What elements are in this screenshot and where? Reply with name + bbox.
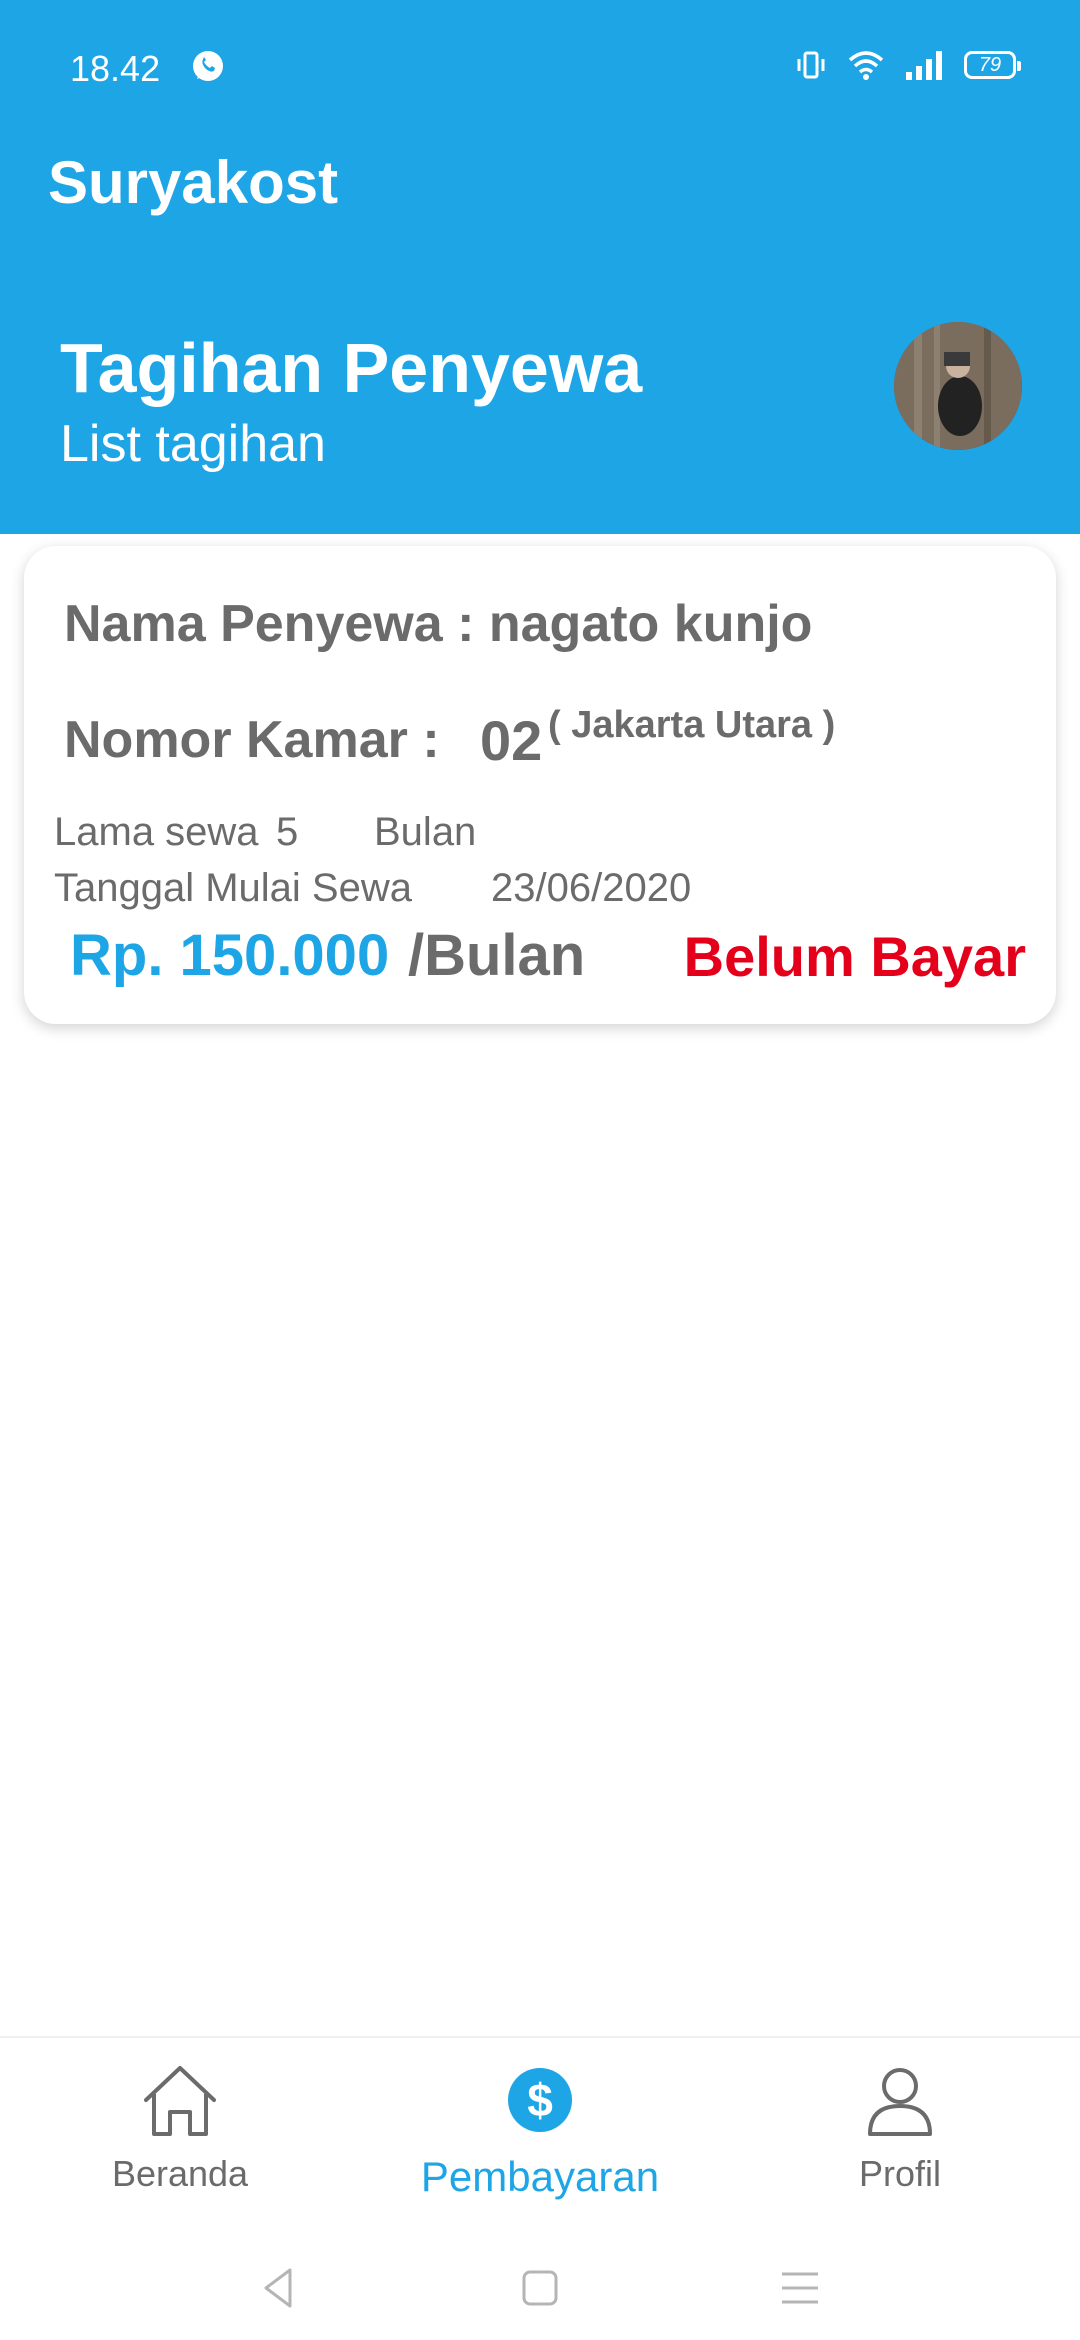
bill-card[interactable]: Nama Penyewa : nagato kunjo Nomor Kamar … — [24, 546, 1056, 1024]
whatsapp-icon — [193, 51, 223, 81]
app-title: Suryakost — [48, 149, 339, 216]
nav-label-pembayaran: Pembayaran — [420, 2153, 660, 2200]
payment-status-badge: Belum Bayar — [683, 925, 1026, 988]
duration-row: Lama sewa 5 Bulan — [54, 810, 476, 855]
dollar-icon: $ — [508, 2068, 572, 2132]
price-unit: /Bulan — [408, 923, 586, 988]
page-subtitle: List tagihan — [60, 415, 326, 473]
battery-icon: 79 — [964, 51, 1021, 79]
status-icons: 79 — [794, 48, 1021, 82]
price-amount: Rp. 150.000 — [70, 923, 390, 988]
room-label: Nomor Kamar : — [64, 711, 440, 769]
menu-icon[interactable] — [776, 2264, 824, 2312]
nav-item-profil[interactable]: Profil — [720, 2062, 1080, 2195]
back-icon[interactable] — [256, 2264, 304, 2312]
tenant-label: Nama Penyewa : — [64, 595, 475, 653]
vibrate-icon — [797, 51, 825, 79]
page-title: Tagihan Penyewa — [60, 329, 643, 407]
status-time: 18.42 — [70, 48, 161, 89]
start-date-row: Tanggal Mulai Sewa 23/06/2020 — [54, 866, 691, 911]
nav-item-beranda[interactable]: Beranda — [0, 2062, 360, 2195]
start-date-label: Tanggal Mulai Sewa — [54, 866, 412, 910]
wifi-icon — [848, 51, 884, 80]
start-date-value: 23/06/2020 — [491, 866, 692, 910]
room-number: 02 — [480, 709, 543, 772]
user-icon — [868, 2068, 932, 2136]
duration-label: Lama sewa — [54, 810, 259, 854]
tenant-name: nagato kunjo — [488, 595, 813, 653]
avatar-photo — [894, 322, 1022, 450]
avatar[interactable] — [894, 322, 1022, 450]
bottom-navigation: Beranda $ Pembayaran Profil — [0, 2036, 1080, 2216]
svg-text:$: $ — [527, 2074, 553, 2126]
home-icon — [144, 2066, 216, 2136]
duration-value: 5 — [276, 810, 299, 854]
nav-item-pembayaran[interactable]: $ Pembayaran — [360, 2062, 720, 2201]
signal-icon — [906, 51, 942, 80]
duration-unit: Bulan — [374, 810, 477, 854]
nav-label-profil: Profil — [858, 2153, 942, 2194]
nav-label-beranda: Beranda — [111, 2153, 249, 2194]
system-navigation-bar — [0, 2216, 1080, 2340]
tenant-name-row: Nama Penyewa : nagato kunjo — [64, 594, 812, 654]
app-header: 18.42 79 Suryakost Tagihan Penyewa List … — [0, 0, 1080, 534]
room-location: ( Jakarta Utara ) — [548, 704, 836, 746]
home-button-icon[interactable] — [516, 2264, 564, 2312]
